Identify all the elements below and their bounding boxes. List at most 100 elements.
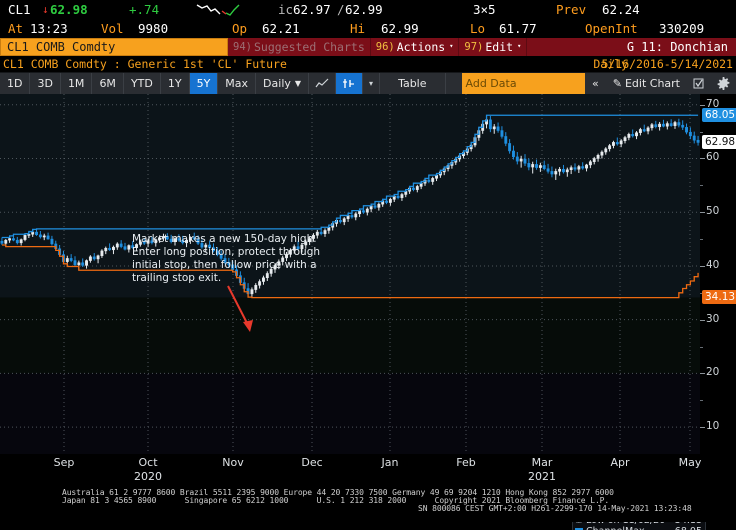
quote-ask: 62.99 — [345, 2, 383, 17]
x-year-label-2020: 2020 — [134, 470, 162, 483]
range-6m-button[interactable]: 6M — [92, 73, 124, 94]
quote-ticker: CL1 — [8, 2, 31, 17]
y-tick-label-20: 20 — [706, 366, 720, 379]
quote-slash: / — [337, 2, 345, 17]
footer-session-info: SN 800086 CEST GMT+2:00 H261-2299-170 14… — [418, 504, 692, 513]
actions-menu-button[interactable]: 96) Actions ▾ — [371, 38, 460, 56]
quote-change: +.74 — [129, 2, 160, 17]
suggested-charts-label: Suggested Charts — [253, 40, 365, 54]
edit-chart-label: Edit Chart — [624, 77, 680, 90]
quote-openint-label: OpenInt — [585, 21, 638, 36]
quote-down-arrow-icon: ↓ — [42, 3, 49, 16]
x-tick-label-jan: Jan — [381, 456, 399, 469]
y-tick-mark — [700, 158, 705, 160]
annotate-icon[interactable] — [687, 73, 711, 94]
line-chart-icon[interactable] — [309, 73, 337, 94]
y-tick-label-50: 50 — [706, 205, 720, 218]
quote-lo-label: Lo — [470, 21, 486, 36]
add-data-input[interactable]: Add Data — [461, 73, 586, 94]
suggested-charts-button[interactable]: 94) Suggested Charts — [228, 38, 371, 56]
quote-row-2: At 13:23 Vol 9980 Op 62.21 Hi 62.99 Lo 6… — [0, 19, 736, 38]
chevron-down-icon: ▾ — [517, 42, 522, 50]
x-tick-label-apr: Apr — [610, 456, 630, 469]
range-ytd-button[interactable]: YTD — [124, 73, 161, 94]
quote-at-time: 13:23 — [30, 21, 68, 36]
quote-op-label: Op — [232, 21, 248, 36]
quote-hi: 62.99 — [381, 21, 419, 36]
quote-last-price: 62.98 — [50, 2, 88, 17]
date-range: 5/16/2016-5/14/2021 — [601, 57, 733, 71]
y-tick-mark — [700, 104, 705, 106]
channelmax-tag: 68.05 — [702, 108, 736, 123]
quote-vol-label: Vol — [101, 21, 124, 36]
legend-label: ChannelMax — [586, 526, 675, 530]
interval-dropdown[interactable]: Daily ▼ — [256, 73, 310, 94]
x-tick-label-dec: Dec — [301, 456, 323, 469]
bar-chart-icon[interactable] — [336, 73, 364, 94]
chevron-down-icon: ▾ — [369, 79, 374, 88]
annotate-glyph — [693, 78, 704, 89]
range-5y-button[interactable]: 5Y — [189, 73, 219, 94]
ticker-input[interactable]: CL1 COMB Comdty — [0, 38, 228, 56]
gear-icon[interactable] — [711, 73, 736, 94]
chevron-down-icon: ▾ — [449, 42, 454, 50]
channelmin-tag: 34.13 — [702, 290, 736, 305]
y-tick-mark — [700, 212, 705, 214]
last-price-tag: 62.98 — [702, 135, 736, 150]
edit-number: 97) — [464, 41, 484, 53]
y-tick-mark — [700, 319, 705, 321]
range-1y-button[interactable]: 1Y — [161, 73, 190, 94]
range-3d-button[interactable]: 3D — [30, 73, 61, 94]
edit-label: Edit — [485, 40, 514, 54]
action-bar: CL1 COMB Comdty 94) Suggested Charts 96)… — [0, 38, 736, 56]
quote-bid: 62.97 — [293, 2, 331, 17]
gear-glyph — [717, 77, 730, 90]
security-name: CL1 COMB Comdty : Generic 1st 'CL' Futur… — [3, 57, 287, 71]
quote-prev: 62.24 — [602, 2, 640, 17]
price-axis: 10 20 30 40 50 60 70 68.05 62.98 34.13 — [700, 94, 736, 454]
x-year-label-2021: 2021 — [528, 470, 556, 483]
security-header: CL1 COMB Comdty : Generic 1st 'CL' Futur… — [0, 56, 736, 72]
bar-chart-glyph — [343, 79, 355, 88]
y-tick-label-60: 60 — [706, 151, 720, 164]
quote-row-1: CL1 ↓ 62.98 +.74 ic 62.97 / 62.99 3×5 Pr… — [0, 0, 736, 19]
y-tick-mark — [700, 265, 705, 267]
table-button[interactable]: Table — [380, 73, 446, 94]
annotation-arrow-icon — [227, 285, 253, 332]
interval-label: Daily — [263, 77, 291, 90]
footer: Australia 61 2 9777 8600 Brazil 5511 239… — [0, 486, 736, 522]
edit-menu-button[interactable]: 97) Edit ▾ — [459, 38, 528, 56]
chart-type-more-dropdown[interactable]: ▾ — [363, 73, 381, 94]
quote-ic-label: ic — [278, 2, 294, 17]
plot-canvas[interactable] — [0, 94, 700, 454]
line-chart-glyph — [315, 78, 329, 88]
x-tick-label-nov: Nov — [222, 456, 244, 469]
pencil-icon: ✎ — [612, 77, 622, 90]
collapse-panel-button[interactable]: « — [585, 73, 606, 94]
x-tick-label-feb: Feb — [456, 456, 476, 469]
chart-area[interactable]: Market makes a new 150-day high. Enter l… — [0, 94, 736, 530]
screen-title: G 11: Donchian — [626, 40, 728, 54]
y-tick-label-10: 10 — [706, 420, 720, 433]
suggested-charts-number: 94) — [233, 41, 252, 53]
range-1d-button[interactable]: 1D — [0, 73, 31, 94]
y-tick-mark — [700, 373, 705, 375]
y-tick-label-30: 30 — [706, 312, 720, 325]
actions-label: Actions — [396, 40, 446, 54]
legend-row[interactable]: ChannelMax68.05 — [575, 526, 702, 530]
x-tick-label-sep: Sep — [53, 456, 75, 469]
x-tick-label-oct: Oct — [138, 456, 158, 469]
x-tick-label-mar: Mar — [531, 456, 553, 469]
chart-annotation-text: Market makes a new 150-day high. Enter l… — [132, 233, 321, 284]
quote-header: CL1 ↓ 62.98 +.74 ic 62.97 / 62.99 3×5 Pr… — [0, 0, 736, 38]
y-minor-tick — [700, 131, 703, 133]
range-1m-button[interactable]: 1M — [61, 73, 93, 94]
actions-number: 96) — [375, 41, 395, 53]
quote-op: 62.21 — [262, 21, 300, 36]
y-tick-mark — [700, 427, 705, 429]
range-max-button[interactable]: Max — [218, 73, 257, 94]
quote-hi-label: Hi — [350, 21, 366, 36]
x-tick-label-may: May — [678, 456, 702, 469]
edit-chart-button[interactable]: ✎ Edit Chart — [606, 73, 687, 94]
quote-prev-label: Prev — [556, 2, 587, 17]
